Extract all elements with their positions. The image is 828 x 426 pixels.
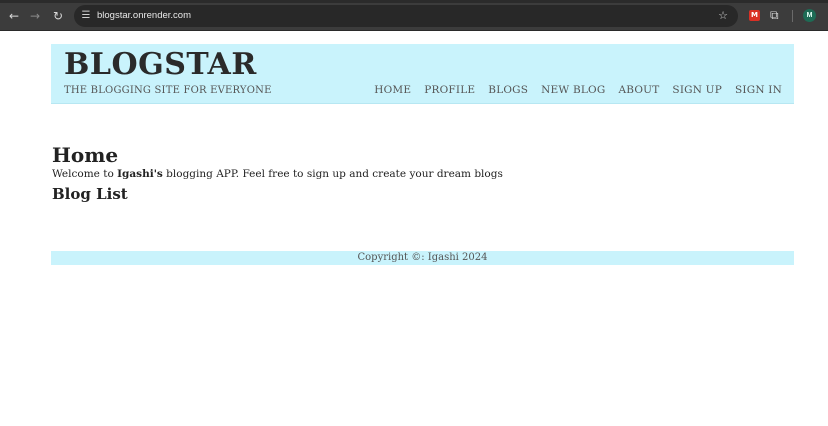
main-content: Home Welcome to Igashi's blogging APP. F… [52, 142, 792, 205]
extension-red-icon[interactable]: M [749, 10, 760, 21]
welcome-text: Welcome to Igashi's blogging APP. Feel f… [52, 167, 792, 181]
site-brand[interactable]: BLOGSTAR [64, 47, 257, 82]
reload-button[interactable]: ↻ [50, 8, 66, 24]
welcome-author-name: Igashi's [117, 168, 163, 180]
nav-sign-in-link[interactable]: SIGN IN [735, 84, 782, 96]
nav-about-link[interactable]: ABOUT [618, 84, 659, 96]
site-footer: Copyright ©: Igashi 2024 [51, 251, 794, 265]
page-content: BLOGSTAR THE BLOGGING SITE FOR EVERYONE … [0, 32, 828, 426]
toolbar-divider [792, 10, 793, 22]
main-nav: HOME PROFILE BLOGS NEW BLOG ABOUT SIGN U… [374, 84, 782, 96]
extensions-puzzle-icon[interactable]: ⧉ [770, 8, 779, 22]
profile-avatar[interactable]: M [803, 9, 816, 22]
nav-blogs-link[interactable]: BLOGS [488, 84, 528, 96]
site-tagline: THE BLOGGING SITE FOR EVERYONE [64, 85, 272, 96]
welcome-suffix: blogging APP. Feel free to sign up and c… [162, 168, 503, 180]
nav-home-link[interactable]: HOME [374, 84, 411, 96]
tab-strip [0, 0, 828, 3]
browser-toolbar: ← → ↻ ☰ blogstar.onrender.com ☆ M ⧉ M [0, 0, 828, 31]
bookmark-star-icon[interactable]: ☆ [718, 9, 728, 23]
site-info-icon[interactable]: ☰ [80, 10, 92, 22]
url-text[interactable]: blogstar.onrender.com [97, 9, 191, 23]
forward-button[interactable]: → [27, 8, 43, 24]
page-title: Home [52, 143, 119, 167]
nav-profile-link[interactable]: PROFILE [424, 84, 475, 96]
back-button[interactable]: ← [6, 8, 22, 24]
nav-new-blog-link[interactable]: NEW BLOG [541, 84, 605, 96]
address-bar[interactable]: ☰ blogstar.onrender.com ☆ [74, 5, 738, 27]
blog-list-heading: Blog List [52, 185, 128, 203]
nav-sign-up-link[interactable]: SIGN UP [672, 84, 722, 96]
welcome-prefix: Welcome to [52, 168, 118, 180]
site-header: BLOGSTAR THE BLOGGING SITE FOR EVERYONE … [51, 44, 794, 104]
